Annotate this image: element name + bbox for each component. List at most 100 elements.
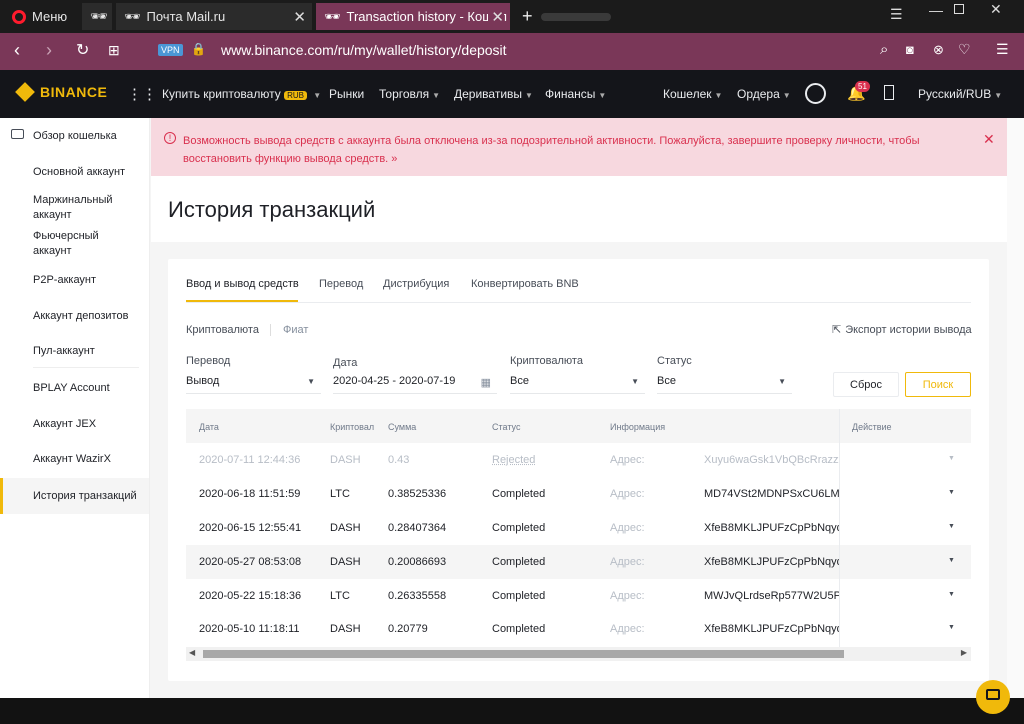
subtab-fiat[interactable]: Фиат xyxy=(283,324,308,336)
row-expand-icon[interactable]: ▼ xyxy=(948,557,955,564)
horizontal-scrollbar[interactable]: ◀ ▶ xyxy=(186,647,971,661)
binance-logo[interactable]: BINANCE xyxy=(15,82,107,102)
rub-badge: RUB xyxy=(284,91,307,100)
subtab-crypto[interactable]: Криптовалюта xyxy=(186,324,259,336)
tab-mail[interactable]: 🕶 Почта Mail.ru ✕ xyxy=(116,3,312,30)
row-date: 2020-05-22 15:18:36 xyxy=(199,590,302,602)
subtab-divider xyxy=(270,324,271,336)
sidebar-item-bplay[interactable]: BPLAY Account xyxy=(33,381,110,396)
apps-grid-icon[interactable]: ⋮⋮ xyxy=(127,85,157,103)
table-row[interactable] xyxy=(186,511,971,545)
reload-icon[interactable]: ↻ xyxy=(76,40,89,60)
row-expand-icon[interactable]: ▼ xyxy=(948,591,955,598)
sidebar-item-jex[interactable]: Аккаунт JEX xyxy=(33,417,96,432)
sidebar-item-p2p[interactable]: P2P-аккаунт xyxy=(33,273,96,288)
row-status: Completed xyxy=(492,556,546,568)
tab-deposit-withdraw[interactable]: Ввод и вывод средств xyxy=(186,278,299,290)
row-address: XfeB8MKLJPUFzCpPbNqydb0 xyxy=(704,623,840,635)
url-text[interactable]: www.binance.com/ru/my/wallet/history/dep… xyxy=(221,42,507,58)
nav-orders[interactable]: Ордера ▼ xyxy=(737,87,791,101)
opera-menu-button[interactable]: Меню xyxy=(4,3,78,30)
tab-blurred[interactable]: + xyxy=(514,3,634,30)
table-row[interactable] xyxy=(186,545,971,579)
sidebar-item-futures[interactable]: Фьючерсный аккаунт xyxy=(33,229,113,259)
row-date: 2020-07-11 12:44:36 xyxy=(199,454,301,466)
table-row[interactable] xyxy=(186,613,971,647)
alert-link[interactable]: восстановить функцию вывода средств. » xyxy=(183,153,397,165)
filter-status-select[interactable]: Все ▼ xyxy=(657,374,792,394)
nav-language[interactable]: Русский/RUB ▼ xyxy=(918,87,1002,101)
notification-count: 51 xyxy=(855,81,870,92)
sidebar-item-deposits[interactable]: Аккаунт депозитов xyxy=(33,309,128,324)
wallet-sidebar: Обзор кошелька Основной аккаунт Маржинал… xyxy=(0,118,150,698)
heart-icon[interactable]: ♡ xyxy=(958,41,971,58)
scrollbar-thumb[interactable] xyxy=(203,650,844,658)
sidebar-item-transaction-history[interactable]: История транзакций xyxy=(33,489,137,504)
row-expand-icon[interactable]: ▼ xyxy=(948,455,955,462)
row-expand-icon[interactable]: ▼ xyxy=(948,523,955,530)
camera-icon[interactable]: ◙ xyxy=(906,42,914,57)
row-expand-icon[interactable]: ▼ xyxy=(948,624,955,631)
filter-date-label: Дата xyxy=(333,357,358,369)
sidebar-item-pool[interactable]: Пул-аккаунт xyxy=(33,344,95,359)
close-tab-icon[interactable]: ✕ xyxy=(293,8,306,26)
row-status[interactable]: Rejected xyxy=(492,454,535,466)
nav-buy-crypto[interactable]: Купить криптовалюту RUB ▼ xyxy=(162,87,321,101)
table-row[interactable] xyxy=(186,477,971,511)
sidebar-item-overview[interactable]: Обзор кошелька xyxy=(33,129,117,144)
tab-incognito[interactable]: 🕶 xyxy=(82,3,112,30)
calendar-icon: ▦ xyxy=(480,377,491,389)
filter-crypto-select[interactable]: Все ▼ xyxy=(510,374,645,394)
close-alert-icon[interactable]: ✕ xyxy=(983,131,995,148)
row-date: 2020-05-10 11:18:11 xyxy=(199,623,300,635)
filter-transfer-label: Перевод xyxy=(186,355,231,367)
warning-icon: ! xyxy=(164,132,176,144)
scroll-left-icon[interactable]: ◀ xyxy=(189,648,195,657)
binance-logo-icon xyxy=(15,82,35,102)
close-window-icon[interactable]: ✕ xyxy=(990,1,1002,18)
search-button[interactable]: Поиск xyxy=(905,372,971,397)
tab-transaction-history[interactable]: 🕶 Transaction history - Кошел ✕ xyxy=(316,3,510,30)
search-icon[interactable]: ⌕ xyxy=(880,41,888,58)
nav-finance[interactable]: Финансы ▼ xyxy=(545,87,606,101)
tab-distribution[interactable]: Дистрибуция xyxy=(383,278,449,290)
new-tab-icon[interactable]: + xyxy=(522,6,533,27)
nav-trade[interactable]: Торговля ▼ xyxy=(379,87,440,101)
chevron-down-icon: ▼ xyxy=(631,377,639,386)
sidebar-item-margin[interactable]: Маржинальный аккаунт xyxy=(33,193,123,223)
sidebar-item-main-account[interactable]: Основной аккаунт xyxy=(33,165,125,180)
nav-markets[interactable]: Рынки xyxy=(329,87,364,101)
filter-transfer-select[interactable]: Вывод ▼ xyxy=(186,374,321,394)
forward-icon[interactable]: › xyxy=(46,40,52,61)
user-icon[interactable] xyxy=(805,83,826,104)
row-date: 2020-06-15 12:55:41 xyxy=(199,522,302,534)
table-row[interactable] xyxy=(186,443,971,477)
row-amount: 0.26335558 xyxy=(388,590,447,602)
table-row[interactable] xyxy=(186,579,971,613)
vpn-badge[interactable]: VPN xyxy=(158,44,183,56)
tab-menu-icon[interactable]: ☰ xyxy=(890,6,903,23)
browser-tab-bar: Меню 🕶 🕶 Почта Mail.ru ✕ 🕶 Transaction h… xyxy=(0,0,1024,33)
settings-icon[interactable]: ☰ xyxy=(996,41,1009,58)
minimize-icon[interactable]: — xyxy=(929,2,943,18)
nav-derivatives[interactable]: Деривативы ▼ xyxy=(454,87,533,101)
back-icon[interactable]: ‹ xyxy=(14,40,20,61)
tab-transfer[interactable]: Перевод xyxy=(319,278,363,290)
export-history-button[interactable]: ⇱ Экспорт истории вывода xyxy=(832,323,972,336)
support-chat-button[interactable] xyxy=(976,680,1010,714)
withdrawal-disabled-alert: ! Возможность вывода средств с аккаунта … xyxy=(151,118,1007,176)
tab-convert-bnb[interactable]: Конвертировать BNB xyxy=(471,278,579,290)
tabs-grid-icon[interactable]: ⊞ xyxy=(108,42,120,59)
reset-button[interactable]: Сброс xyxy=(833,372,899,397)
row-expand-icon[interactable]: ▼ xyxy=(948,489,955,496)
row-coin: LTC xyxy=(330,488,350,500)
column-header-status: Статус xyxy=(492,422,521,432)
restore-icon[interactable] xyxy=(954,4,964,14)
download-icon[interactable] xyxy=(884,85,894,100)
sidebar-item-wazirx[interactable]: Аккаунт WazirX xyxy=(33,452,111,467)
scroll-right-icon[interactable]: ▶ xyxy=(961,648,967,657)
nav-wallet[interactable]: Кошелек ▼ xyxy=(663,87,722,101)
close-tab-icon[interactable]: ✕ xyxy=(488,8,504,26)
filter-date-input[interactable]: 2020-04-25 - 2020-07-19 ▦ xyxy=(333,374,497,394)
blocker-icon[interactable]: ⊗ xyxy=(933,42,944,58)
